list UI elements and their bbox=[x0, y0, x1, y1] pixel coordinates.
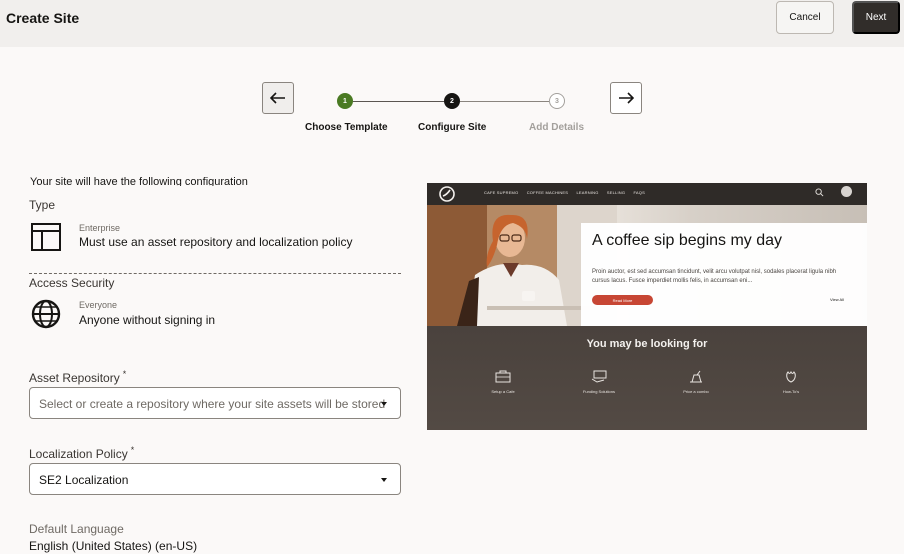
step-2-label[interactable]: Configure Site bbox=[418, 122, 486, 133]
preview-menu: CAFE SUPREMO COFFEE MACHINES LEARNING SE… bbox=[484, 190, 652, 195]
preview-hero-body: Proin auctor, est sed accumsan tincidunt… bbox=[592, 269, 837, 284]
preview-hero-title: A coffee sip begins my day bbox=[592, 232, 783, 249]
money-icon bbox=[591, 370, 607, 383]
next-button[interactable]: Next bbox=[852, 1, 900, 34]
preview-looking-for-title: You may be looking for bbox=[586, 338, 708, 350]
arrow-left-icon bbox=[270, 92, 285, 104]
required-mark: * bbox=[122, 369, 127, 379]
preview-looking-for: You may be looking for Setup a Cafe Fund… bbox=[427, 326, 867, 430]
cancel-button[interactable]: Cancel bbox=[776, 1, 834, 34]
page-header: Create Site Cancel Next bbox=[0, 0, 904, 47]
default-language-value: English (United States) (en-US) bbox=[29, 539, 198, 553]
access-description: Anyone without signing in bbox=[79, 313, 216, 327]
coffee-pot-icon bbox=[690, 370, 702, 383]
next-step-button[interactable] bbox=[610, 82, 642, 114]
logo-icon bbox=[439, 186, 455, 202]
globe-icon bbox=[31, 299, 61, 329]
required-mark: * bbox=[130, 445, 135, 455]
step-connector bbox=[460, 101, 549, 102]
localization-policy-select[interactable]: SE2 Localization bbox=[29, 463, 401, 495]
chevron-down-icon bbox=[381, 402, 387, 406]
localization-policy-value: SE2 Localization bbox=[39, 473, 129, 487]
preview-nav: CAFE SUPREMO COFFEE MACHINES LEARNING SE… bbox=[427, 183, 867, 205]
divider bbox=[29, 273, 401, 274]
preview-item: Price a combo bbox=[671, 370, 721, 394]
type-section-title: Type bbox=[29, 198, 56, 212]
leaf-icon bbox=[786, 370, 796, 383]
arrow-right-icon bbox=[619, 92, 634, 104]
preview-item: How-To's bbox=[766, 370, 816, 394]
preview-nav-item: SELLING bbox=[606, 190, 626, 195]
asset-repository-select[interactable]: Select or create a repository where your… bbox=[29, 387, 401, 419]
previous-step-button[interactable] bbox=[262, 82, 294, 114]
asset-repository-label: Asset Repository * bbox=[29, 369, 127, 385]
default-language-label: Default Language bbox=[29, 522, 124, 536]
preview-hero-card: A coffee sip begins my day Proin auctor,… bbox=[581, 223, 867, 331]
access-name: Everyone bbox=[79, 300, 118, 310]
chevron-down-icon bbox=[381, 478, 387, 482]
step-connector bbox=[353, 101, 444, 102]
preview-nav-item: COFFEE MACHINES bbox=[526, 190, 569, 195]
preview-nav-item: LEARNING bbox=[576, 190, 599, 195]
step-2-indicator[interactable]: 2 bbox=[444, 93, 460, 109]
preview-view-all-link: View All bbox=[830, 297, 844, 302]
asset-repository-placeholder: Select or create a repository where your… bbox=[39, 397, 386, 411]
avatar bbox=[841, 186, 852, 197]
site-type-description: Must use an asset repository and localiz… bbox=[79, 235, 353, 249]
preview-nav-item: FAQS bbox=[633, 190, 645, 195]
page-title: Create Site bbox=[6, 10, 80, 26]
template-preview: CAFE SUPREMO COFFEE MACHINES LEARNING SE… bbox=[427, 183, 867, 430]
search-icon bbox=[815, 188, 824, 197]
step-3-label[interactable]: Add Details bbox=[529, 122, 584, 133]
preview-hero: A coffee sip begins my day Proin auctor,… bbox=[427, 205, 867, 331]
step-1-indicator[interactable]: 1 bbox=[337, 93, 353, 109]
site-type-name: Enterprise bbox=[79, 223, 121, 233]
preview-read-more-button: Read More bbox=[592, 295, 653, 305]
access-section-title: Access Security bbox=[29, 276, 115, 290]
cafe-icon bbox=[495, 370, 511, 383]
localization-policy-label: Localization Policy * bbox=[29, 445, 135, 461]
step-3-indicator[interactable]: 3 bbox=[549, 93, 565, 109]
preview-item: Setup a Cafe bbox=[478, 370, 528, 394]
layout-icon bbox=[31, 223, 61, 251]
step-1-label[interactable]: Choose Template bbox=[305, 122, 388, 133]
preview-nav-item: CAFE SUPREMO bbox=[484, 190, 519, 195]
preview-item: Funding Solutions bbox=[574, 370, 624, 394]
configuration-intro: Your site will have the following config… bbox=[30, 176, 248, 186]
